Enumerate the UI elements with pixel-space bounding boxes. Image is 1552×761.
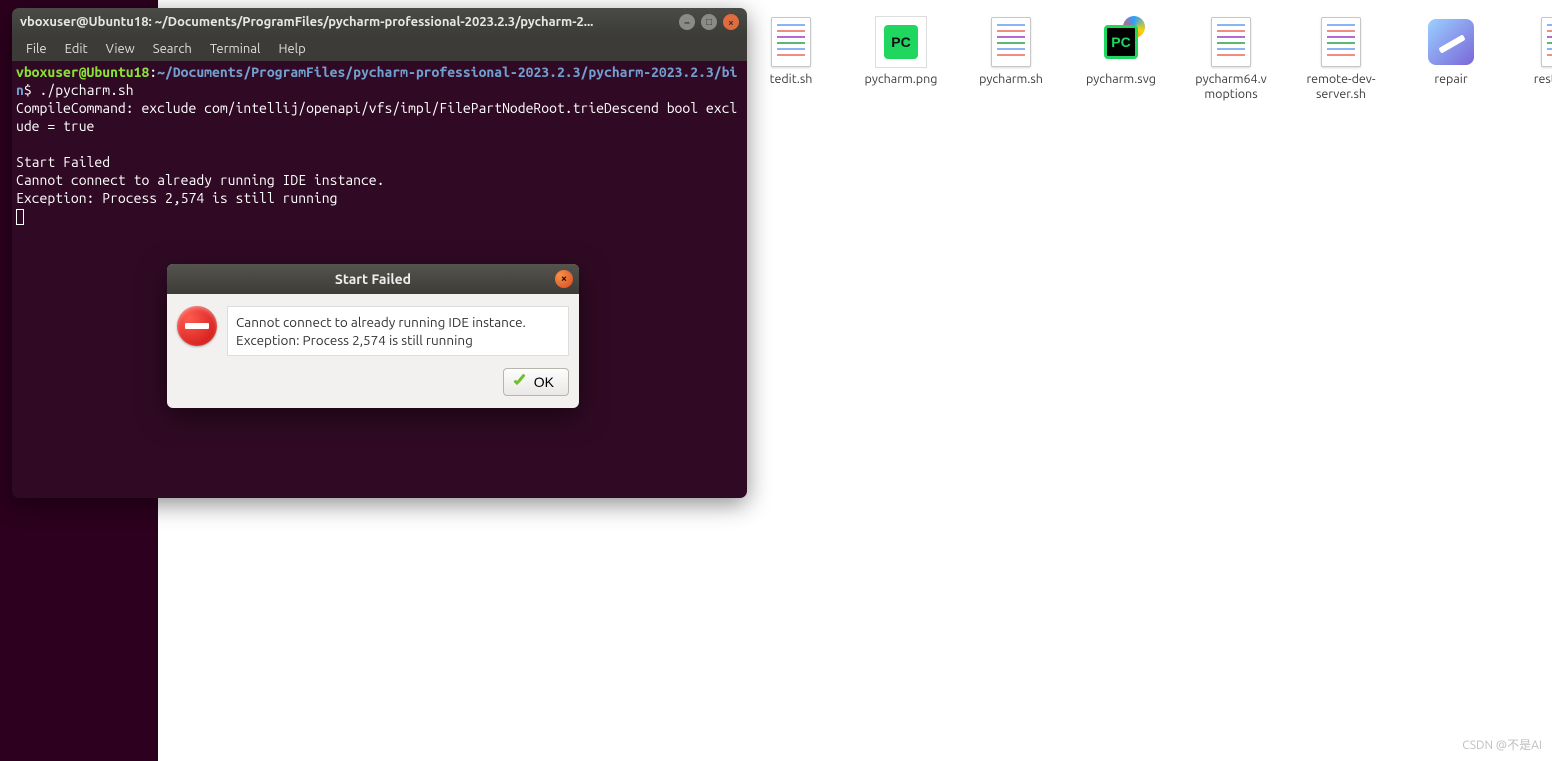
output-line: CompileCommand: exclude com/intellij/ope… (16, 100, 737, 134)
command-text: ./pycharm.sh (32, 82, 134, 98)
terminal-title: vboxuser@Ubuntu18: ~/Documents/ProgramFi… (20, 15, 673, 29)
dialog-titlebar[interactable]: Start Failed × (167, 264, 579, 294)
desktop-file-pycharm-sh[interactable]: pycharm.sh (970, 16, 1052, 102)
file-label: pycharm64.vmoptions (1190, 72, 1272, 102)
close-icon[interactable]: × (723, 14, 739, 30)
desktop-file-tedit-sh[interactable]: tedit.sh (750, 16, 832, 102)
dialog-line1: Cannot connect to already running IDE in… (236, 313, 560, 331)
ok-button[interactable]: OK (503, 368, 569, 396)
file-icon (1315, 16, 1367, 68)
dialog-footer: OK (167, 362, 579, 408)
terminal-window: vboxuser@Ubuntu18: ~/Documents/ProgramFi… (12, 8, 747, 498)
terminal-menubar: File Edit View Search Terminal Help (12, 36, 747, 61)
file-label: restart.py (1534, 72, 1552, 87)
window-controls: – □ × (679, 14, 739, 30)
close-icon[interactable]: × (555, 270, 573, 288)
menu-search[interactable]: Search (145, 40, 200, 58)
desktop-icons: tedit.sh PC pycharm.png pycharm.sh PC pycharm… (750, 16, 1552, 102)
dialog-line2: Exception: Process 2,574 is still runnin… (236, 331, 560, 349)
menu-file[interactable]: File (18, 40, 55, 58)
maximize-icon[interactable]: □ (701, 14, 717, 30)
file-label: pycharm.sh (979, 72, 1043, 87)
file-label: remote-dev-server.sh (1300, 72, 1382, 102)
file-icon (1535, 16, 1552, 68)
cursor-icon (16, 209, 24, 225)
desktop-file-pycharm64-vmoptions[interactable]: pycharm64.vmoptions (1190, 16, 1272, 102)
menu-edit[interactable]: Edit (57, 40, 96, 58)
file-label: tedit.sh (770, 72, 813, 87)
file-icon (1205, 16, 1257, 68)
menu-view[interactable]: View (98, 40, 143, 58)
error-dialog: Start Failed × Cannot connect to already… (167, 264, 579, 408)
ok-label: OK (534, 374, 554, 390)
error-icon (177, 306, 217, 346)
file-icon (1425, 16, 1477, 68)
file-label: pycharm.svg (1086, 72, 1156, 87)
desktop-file-pycharm-png[interactable]: PC pycharm.png (860, 16, 942, 102)
watermark: CSDN @不是AI (1462, 736, 1542, 753)
file-icon: PC (1095, 16, 1147, 68)
menu-help[interactable]: Help (270, 40, 313, 58)
file-icon (765, 16, 817, 68)
output-line: Start Failed (16, 154, 110, 170)
file-icon (985, 16, 1037, 68)
desktop-file-pycharm-svg[interactable]: PC pycharm.svg (1080, 16, 1162, 102)
check-icon (512, 374, 528, 390)
menu-terminal[interactable]: Terminal (202, 40, 269, 58)
terminal-titlebar[interactable]: vboxuser@Ubuntu18: ~/Documents/ProgramFi… (12, 8, 747, 36)
desktop-file-remote-dev-server-sh[interactable]: remote-dev-server.sh (1300, 16, 1382, 102)
file-icon: PC (875, 16, 927, 68)
prompt-sep: : (149, 64, 157, 80)
minimize-icon[interactable]: – (679, 14, 695, 30)
output-line: Cannot connect to already running IDE in… (16, 172, 384, 188)
prompt-dollar: $ (24, 82, 32, 98)
desktop-file-repair[interactable]: repair (1410, 16, 1492, 102)
file-label: repair (1434, 72, 1467, 87)
prompt-user: vboxuser@Ubuntu18 (16, 64, 149, 80)
dialog-message: Cannot connect to already running IDE in… (227, 306, 569, 356)
desktop-file-restart-py[interactable]: restart.py (1520, 16, 1552, 102)
dialog-title: Start Failed (335, 271, 411, 287)
file-label: pycharm.png (865, 72, 938, 87)
dialog-body: Cannot connect to already running IDE in… (167, 294, 579, 362)
output-line: Exception: Process 2,574 is still runnin… (16, 190, 337, 206)
